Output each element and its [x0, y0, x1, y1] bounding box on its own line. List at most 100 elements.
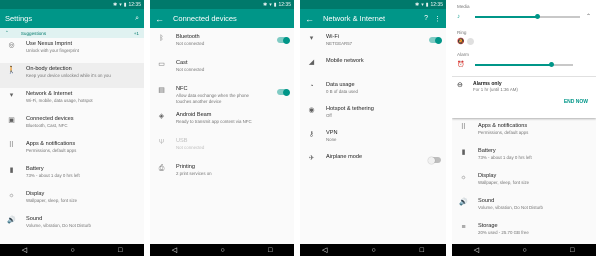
battery-icon: ▮ — [9, 167, 14, 174]
ring-slider-thumb — [467, 38, 474, 45]
list-item-sound[interactable]: 🔊 Sound Volume, vibration, Do Not Disturb — [452, 195, 596, 220]
nav-bar: ◁ ○ □ — [300, 244, 446, 256]
list-item-nfc[interactable]: ▤ NFC Allow data exchange when the phone to… — [150, 83, 294, 109]
home-nav-icon[interactable]: ○ — [220, 247, 224, 254]
collapse-chevron-icon[interactable]: ⌃ — [586, 13, 591, 20]
back-arrow-icon[interactable]: ← — [305, 14, 314, 24]
beam-icon: ◈ — [158, 113, 165, 120]
page-title: Settings — [5, 14, 33, 23]
suggestions-header[interactable]: ⌃ Suggestions +1 — [0, 28, 144, 38]
wifi-icon: ▾ — [309, 35, 314, 42]
back-nav-icon[interactable]: ◁ — [322, 246, 327, 254]
list-item-airplane-mode[interactable]: ✈ Airplane mode — [300, 151, 446, 175]
print-icon: ⎙ — [158, 165, 165, 172]
do-not-disturb-icon: ⊖ — [457, 82, 463, 89]
item-title: Airplane mode — [326, 154, 363, 160]
item-title: Use Nexus Imprint — [26, 41, 73, 47]
display-icon: ☼ — [460, 174, 467, 181]
toggle-switch[interactable] — [428, 156, 441, 164]
back-nav-icon[interactable]: ◁ — [22, 246, 27, 254]
settings-screen: ✱ ▾ ▮ 12:35 Settings ⌕ ⌃ Suggestions +1 ◎ Us… — [0, 0, 144, 256]
list-item-sound[interactable]: 🔊 Sound Volume, vibration, Do Not Disturb — [0, 213, 144, 238]
item-title: NFC — [176, 86, 188, 92]
list-item-wi-fi[interactable]: ▾ Wi-Fi NETGEAR57 — [300, 31, 446, 55]
usb-icon: Ψ — [158, 139, 165, 146]
list-item-display[interactable]: ☼ Display Wallpaper, sleep, font size — [452, 170, 596, 195]
alarms-only-sub: For 1 hr (until 1:36 AM) — [473, 87, 518, 92]
cast-icon: ▭ — [158, 61, 165, 68]
search-icon[interactable]: ⌕ — [135, 15, 139, 23]
list-item-data-usage[interactable]: ◔ Data usage 0 B of data used — [300, 79, 446, 103]
list-item-apps-notifications[interactable]: ⠿ Apps & notifications Permissions, defaul… — [0, 138, 144, 163]
more-vert-icon[interactable]: ⋮ — [434, 15, 441, 23]
recents-nav-icon[interactable]: □ — [570, 247, 574, 254]
item-title: Bluetooth — [176, 34, 200, 40]
help-icon[interactable]: ? — [424, 15, 428, 22]
nav-bar: ◁ ○ □ — [0, 244, 144, 256]
list-item-usb[interactable]: Ψ USB Not connected — [150, 135, 294, 161]
nfc-icon: ▤ — [158, 87, 165, 94]
item-subtitle: Volume, vibration, Do Not Disturb — [478, 205, 543, 210]
back-arrow-icon[interactable]: ← — [155, 14, 164, 24]
home-nav-icon[interactable]: ○ — [522, 247, 526, 254]
toggle-switch[interactable] — [277, 36, 290, 44]
item-subtitle: Ready to transmit app content via NFC — [176, 119, 252, 124]
alarms-only-row: ⊖ Alarms only For 1 hr (until 1:36 AM) — [452, 76, 596, 92]
back-nav-icon[interactable]: ◁ — [172, 246, 177, 254]
alarm-volume-slider[interactable] — [475, 61, 573, 67]
back-nav-icon[interactable]: ◁ — [474, 246, 479, 254]
home-nav-icon[interactable]: ○ — [70, 247, 74, 254]
volume-panel-screen: Media ♪ ⌃ Ring 🔕 Alarm ⏰ ⊖ Alarms only F… — [452, 0, 596, 256]
status-time: 12:35 — [128, 1, 141, 8]
item-subtitle: Wi-Fi, mobile, data usage, hotspot — [26, 98, 93, 103]
toggle-switch[interactable] — [277, 88, 290, 96]
list-item-vpn[interactable]: ⚷ VPN None — [300, 127, 446, 151]
apps-icon: ⠿ — [8, 142, 15, 149]
recents-nav-icon[interactable]: □ — [118, 247, 122, 254]
list-item-use-nexus-imprint[interactable]: ◎ Use Nexus Imprint Unlock with your finge… — [0, 38, 144, 63]
list-item-battery[interactable]: ▮ Battery 73% - about 1 day 0 hrs left — [0, 163, 144, 188]
list-item-battery[interactable]: ▮ Battery 73% - about 1 day 0 hrs left — [452, 145, 596, 170]
list-item-on-body-detection[interactable]: 🚶 On-body detection Keep your device unloc… — [0, 63, 144, 88]
list-item-android-beam[interactable]: ◈ Android Beam Ready to transmit app conte… — [150, 109, 294, 135]
toggle-switch[interactable] — [429, 36, 442, 44]
list-item-hotspot-tethering[interactable]: ◉ Hotspot & tethering Off — [300, 103, 446, 127]
list-item-printing[interactable]: ⎙ Printing 2 print services on — [150, 161, 294, 187]
storage-icon: ≡ — [461, 224, 466, 231]
bluetooth-icon: ᛒ — [159, 35, 164, 42]
signal-icon: ◢ — [308, 59, 315, 66]
app-bar: ← Connected devices — [150, 9, 294, 28]
list-item-bluetooth[interactable]: ᛒ Bluetooth Not connected — [150, 31, 294, 57]
item-title: Network & Internet — [26, 91, 73, 97]
media-volume-slider[interactable] — [475, 13, 580, 19]
list-item-mobile-network[interactable]: ◢ Mobile network — [300, 55, 446, 79]
wifi-icon: ▾ — [9, 92, 14, 99]
recents-nav-icon[interactable]: □ — [420, 247, 424, 254]
bluetooth-status-icon: ✱ — [415, 1, 420, 8]
item-subtitle: Keep your device unlocked while it's on … — [26, 73, 111, 78]
item-subtitle: NETGEAR57 — [326, 41, 353, 46]
list-item-display[interactable]: ☼ Display Wallpaper, sleep, font size — [0, 188, 144, 213]
list-item-connected-devices[interactable]: ▣ Connected devices Bluetooth, Cast, NFC — [0, 113, 144, 138]
item-subtitle: Unlock with your fingerprint — [26, 48, 79, 53]
list-item-storage[interactable]: ≡ Storage 20% used - 25.70 GB free — [452, 220, 596, 245]
app-bar: Settings ⌕ — [0, 9, 144, 28]
home-nav-icon[interactable]: ○ — [371, 247, 375, 254]
item-subtitle: 0 B of data used — [326, 89, 358, 94]
item-title: Apps & notifications — [26, 141, 76, 147]
list-item-network-internet[interactable]: ▾ Network & Internet Wi-Fi, mobile, data u… — [0, 88, 144, 113]
chevron-up-icon: ⌃ — [5, 30, 9, 35]
list-item-apps-notifications[interactable]: ⠿ Apps & notifications Permissions, defaul… — [452, 120, 596, 145]
recents-nav-icon[interactable]: □ — [268, 247, 272, 254]
connected-devices-screen: ✱ ▾ ▮ 12:35 ← Connected devices ᛒ Bluetooth N… — [150, 0, 294, 256]
end-now-button[interactable]: END NOW — [452, 92, 596, 105]
item-title: Display — [478, 173, 497, 179]
item-subtitle: None — [326, 137, 337, 142]
list-item-cast[interactable]: ▭ Cast Not connected — [150, 57, 294, 83]
devices-icon: ▣ — [8, 117, 15, 124]
sound-icon: 🔊 — [7, 217, 16, 224]
item-subtitle-2: touches another device — [176, 99, 222, 104]
airplane-icon: ✈ — [308, 155, 315, 162]
item-subtitle: Volume, vibration, Do Not Disturb — [26, 223, 91, 228]
item-subtitle: Bluetooth, Cast, NFC — [26, 123, 68, 128]
